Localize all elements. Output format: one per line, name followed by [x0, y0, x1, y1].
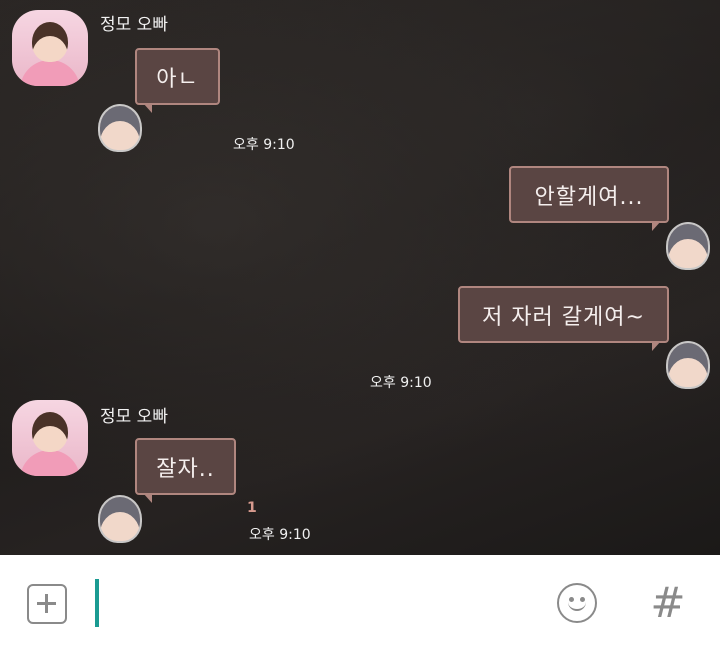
avatar-shirt [20, 450, 80, 476]
smiley-mouth [568, 599, 586, 611]
sender-avatar[interactable] [12, 10, 88, 86]
unread-count: 1 [247, 500, 257, 516]
sender-name: 정모 오빠 [100, 15, 168, 35]
message-bubble[interactable]: 잘자.. [135, 438, 236, 503]
message-text: 아ㄴ [156, 66, 199, 92]
message-text: 잘자.. [156, 456, 215, 482]
smiley-icon[interactable] [557, 583, 597, 623]
avatar-shirt [20, 60, 80, 86]
message-time: 오후 9:10 [249, 527, 311, 543]
chat-area: 정모 오빠 아ㄴ 오후 9:10 안할게여... 저 자러 갈게여~ 오후 9:… [0, 0, 720, 555]
avatar-face [32, 22, 68, 62]
message-time: 오후 9:10 [233, 137, 295, 153]
message-text: 저 자러 갈게여~ [482, 304, 645, 330]
input-bar: # [0, 555, 720, 651]
sticker-avatar [668, 343, 708, 387]
sticker-avatar [100, 106, 140, 150]
message-time: 오후 9:10 [370, 375, 432, 391]
sender-avatar[interactable] [12, 400, 88, 476]
message-text: 안할게여... [534, 184, 644, 210]
message-bubble[interactable]: 아ㄴ [135, 48, 220, 113]
message-input[interactable] [102, 577, 526, 631]
hash-icon[interactable]: # [648, 579, 688, 627]
message-bubble[interactable]: 저 자러 갈게여~ [458, 286, 669, 351]
text-cursor [95, 579, 99, 627]
plus-square-icon[interactable] [27, 584, 67, 624]
sender-name: 정모 오빠 [100, 407, 168, 427]
avatar-face [32, 412, 68, 452]
sticker-avatar [100, 497, 140, 541]
sticker-avatar [668, 224, 708, 268]
message-bubble[interactable]: 안할게여... [509, 166, 669, 231]
